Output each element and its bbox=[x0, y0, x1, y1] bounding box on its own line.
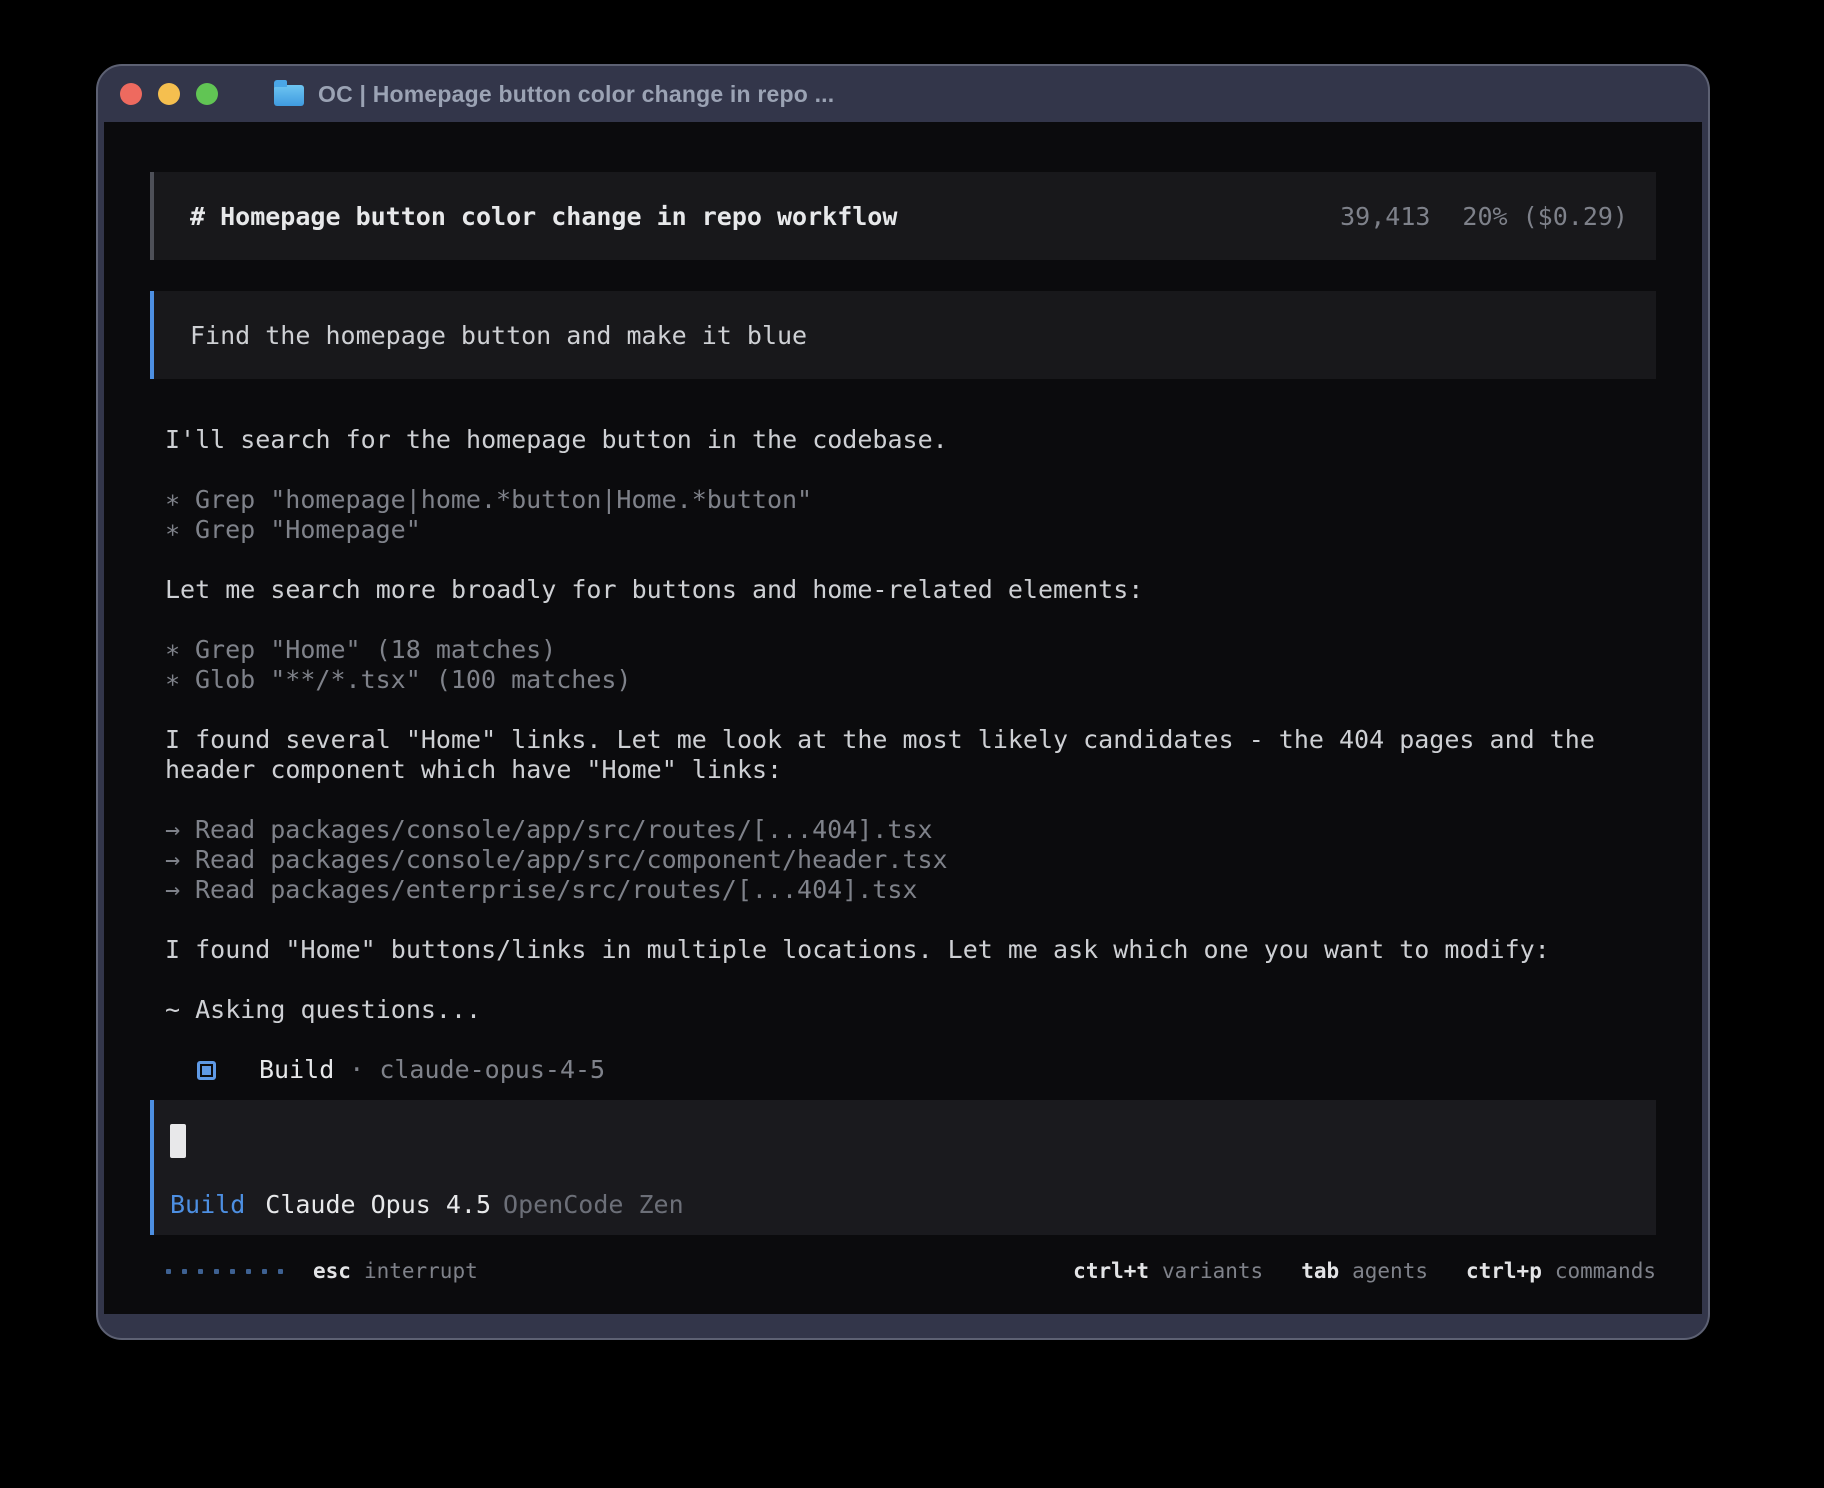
tool-bullet-icon: ∗ bbox=[165, 485, 180, 515]
hint-key: tab bbox=[1301, 1259, 1339, 1283]
agent-model: claude-opus-4-5 bbox=[379, 1055, 605, 1085]
hint-key: ctrl+p bbox=[1466, 1259, 1542, 1283]
tool-bullet-icon: ∗ bbox=[165, 665, 180, 695]
input-meta: Build Claude Opus 4.5 OpenCode Zen bbox=[170, 1190, 1632, 1219]
arrow-right-icon: → bbox=[165, 875, 180, 905]
tool-call-text: Glob "**/*.tsx" (100 matches) bbox=[180, 665, 632, 695]
window-bottom-frame bbox=[98, 1314, 1708, 1338]
status-bar: esc interrupt ctrl+t variants tab agents… bbox=[150, 1259, 1656, 1283]
close-button[interactable] bbox=[120, 83, 142, 105]
tool-call-text: Grep "Home" (18 matches) bbox=[180, 635, 556, 665]
user-message: Find the homepage button and make it blu… bbox=[150, 291, 1656, 379]
traffic-lights bbox=[120, 83, 218, 105]
status-bar-right: ctrl+t variants tab agents ctrl+p comman… bbox=[1073, 1259, 1656, 1283]
folder-icon bbox=[274, 85, 304, 106]
hint-label: agents bbox=[1352, 1259, 1428, 1283]
agent-separator: · bbox=[349, 1055, 364, 1085]
tool-bullet-icon: ∗ bbox=[165, 635, 180, 665]
arrow-right-icon: → bbox=[165, 845, 180, 875]
window-title: OC | Homepage button color change in rep… bbox=[318, 81, 834, 108]
terminal-window: OC | Homepage button color change in rep… bbox=[96, 64, 1710, 1340]
read-file-line: → Read packages/console/app/src/routes/[… bbox=[165, 815, 1656, 845]
read-file-line: → Read packages/console/app/src/componen… bbox=[165, 845, 1656, 875]
hint-label: commands bbox=[1555, 1259, 1656, 1283]
hint-agents: tab agents bbox=[1301, 1259, 1428, 1283]
model-label[interactable]: Claude Opus 4.5 bbox=[265, 1190, 491, 1219]
agent-name: Build bbox=[259, 1055, 334, 1085]
spinner-dot bbox=[166, 1269, 171, 1274]
arrow-right-icon: → bbox=[165, 815, 180, 845]
hint-interrupt: esc interrupt bbox=[313, 1259, 478, 1283]
spinner-dot bbox=[278, 1269, 283, 1274]
agent-badge: Build · claude-opus-4-5 bbox=[165, 1055, 1656, 1085]
spinner-dot bbox=[246, 1269, 251, 1274]
agent-square-inner bbox=[202, 1066, 211, 1075]
zoom-button[interactable] bbox=[196, 83, 218, 105]
token-count: 39,413 bbox=[1340, 202, 1430, 231]
spinner-dot bbox=[230, 1269, 235, 1274]
read-file-text: Read packages/enterprise/src/routes/[...… bbox=[180, 875, 917, 905]
transcript: I'll search for the homepage button in t… bbox=[150, 425, 1656, 1100]
tool-call-line: ∗ Grep "Homepage" bbox=[165, 515, 1656, 545]
session-header: # Homepage button color change in repo w… bbox=[150, 172, 1656, 260]
spinner-dots bbox=[166, 1269, 283, 1274]
session-stats: 39,413 20% ($0.29) bbox=[1340, 202, 1628, 231]
titlebar[interactable]: OC | Homepage button color change in rep… bbox=[98, 66, 1708, 122]
tool-call-line: ∗ Glob "**/*.tsx" (100 matches) bbox=[165, 665, 1656, 695]
spinner-dot bbox=[182, 1269, 187, 1274]
spinner-dot bbox=[214, 1269, 219, 1274]
hint-label: interrupt bbox=[364, 1259, 478, 1283]
hint-key: esc bbox=[313, 1259, 351, 1283]
session-title: # Homepage button color change in repo w… bbox=[190, 202, 897, 231]
prompt-input[interactable]: Build Claude Opus 4.5 OpenCode Zen bbox=[150, 1100, 1656, 1235]
minimize-button[interactable] bbox=[158, 83, 180, 105]
hint-label: variants bbox=[1162, 1259, 1263, 1283]
spinner-dot bbox=[262, 1269, 267, 1274]
hint-commands: ctrl+p commands bbox=[1466, 1259, 1656, 1283]
mode-label[interactable]: Build bbox=[170, 1190, 245, 1219]
read-file-group: → Read packages/console/app/src/routes/[… bbox=[165, 815, 1656, 905]
tool-call-text: Grep "homepage|home.*button|Home.*button… bbox=[180, 485, 812, 515]
assistant-paragraph: Let me search more broadly for buttons a… bbox=[165, 575, 1656, 605]
spinner-dot bbox=[198, 1269, 203, 1274]
tool-call-group: ∗ Grep "Home" (18 matches) ∗ Glob "**/*.… bbox=[165, 635, 1656, 695]
text-cursor[interactable] bbox=[170, 1124, 186, 1158]
terminal-content: # Homepage button color change in repo w… bbox=[104, 122, 1702, 1314]
context-cost: 20% ($0.29) bbox=[1462, 202, 1628, 231]
read-file-text: Read packages/console/app/src/routes/[..… bbox=[180, 815, 933, 845]
assistant-paragraph: I'll search for the homepage button in t… bbox=[165, 425, 1656, 455]
hint-key: ctrl+t bbox=[1073, 1259, 1149, 1283]
tool-call-line: ∗ Grep "homepage|home.*button|Home.*butt… bbox=[165, 485, 1656, 515]
agent-square-icon bbox=[197, 1061, 216, 1080]
read-file-line: → Read packages/enterprise/src/routes/[.… bbox=[165, 875, 1656, 905]
tool-call-text: Grep "Homepage" bbox=[180, 515, 421, 545]
window-title-group: OC | Homepage button color change in rep… bbox=[274, 81, 834, 108]
working-status: ~ Asking questions... bbox=[165, 995, 1656, 1025]
user-message-text: Find the homepage button and make it blu… bbox=[190, 321, 807, 350]
assistant-paragraph: I found "Home" buttons/links in multiple… bbox=[165, 935, 1656, 965]
assistant-paragraph: I found several "Home" links. Let me loo… bbox=[165, 725, 1656, 785]
tool-bullet-icon: ∗ bbox=[165, 515, 180, 545]
hint-variants: ctrl+t variants bbox=[1073, 1259, 1263, 1283]
read-file-text: Read packages/console/app/src/component/… bbox=[180, 845, 948, 875]
tool-call-group: ∗ Grep "homepage|home.*button|Home.*butt… bbox=[165, 485, 1656, 545]
provider-label: OpenCode Zen bbox=[503, 1190, 684, 1219]
tool-call-line: ∗ Grep "Home" (18 matches) bbox=[165, 635, 1656, 665]
